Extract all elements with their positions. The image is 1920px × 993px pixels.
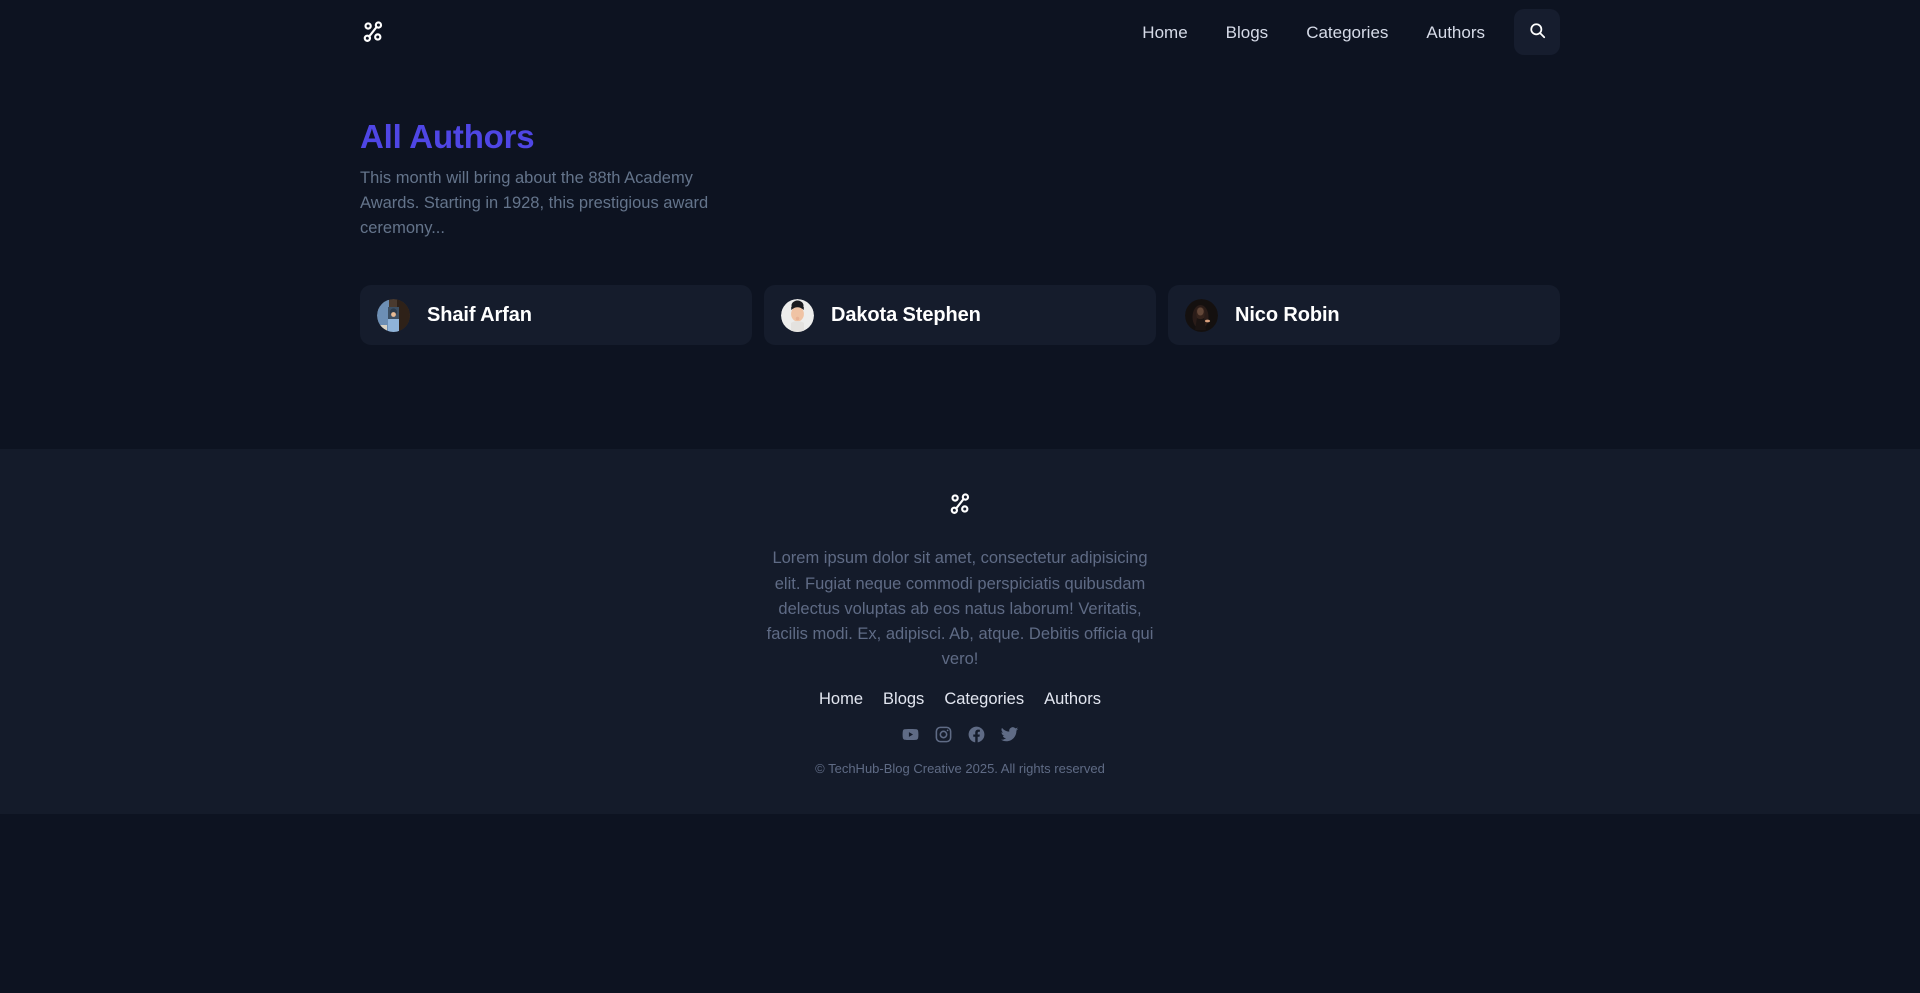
footer-link-authors[interactable]: Authors bbox=[1044, 690, 1101, 709]
footer-inner: Lorem ipsum dolor sit amet, consectetur … bbox=[360, 491, 1560, 776]
page-subtitle: This month will bring about the 88th Aca… bbox=[360, 169, 709, 238]
twitter-icon[interactable] bbox=[1000, 725, 1019, 744]
header-inner: Home Blogs Categories Authors bbox=[360, 9, 1560, 55]
nav-link-home[interactable]: Home bbox=[1123, 14, 1206, 51]
copyright-text: © TechHub-Blog Creative 2025. All rights… bbox=[815, 760, 1105, 776]
content-inner: All Authors This month will bring about … bbox=[360, 116, 1560, 346]
search-button[interactable] bbox=[1514, 9, 1560, 55]
search-icon bbox=[1528, 21, 1547, 43]
nav-link-categories[interactable]: Categories bbox=[1287, 14, 1407, 51]
avatar bbox=[377, 298, 410, 332]
author-card[interactable]: Nico Robin bbox=[1168, 285, 1560, 346]
git-network-icon bbox=[360, 19, 386, 45]
authors-grid: Shaif Arfan Dakota Stephen Nico Robin bbox=[360, 285, 1560, 346]
author-card[interactable]: Dakota Stephen bbox=[764, 285, 1156, 346]
main-content: All Authors This month will bring about … bbox=[0, 64, 1920, 449]
facebook-icon[interactable] bbox=[967, 725, 986, 744]
page-bottom-spacer bbox=[0, 813, 1920, 993]
author-name: Dakota Stephen bbox=[831, 303, 981, 326]
footer-link-blogs[interactable]: Blogs bbox=[883, 690, 924, 709]
site-footer: Lorem ipsum dolor sit amet, consectetur … bbox=[0, 449, 1920, 814]
nav-link-authors[interactable]: Authors bbox=[1407, 14, 1504, 51]
main-navigation: Home Blogs Categories Authors bbox=[1123, 9, 1560, 55]
author-name: Nico Robin bbox=[1235, 303, 1340, 326]
footer-description: Lorem ipsum dolor sit amet, consectetur … bbox=[766, 549, 1154, 668]
footer-brand-logo[interactable] bbox=[947, 491, 973, 522]
git-network-icon bbox=[947, 493, 973, 521]
brand-logo[interactable] bbox=[360, 19, 386, 45]
social-links bbox=[901, 725, 1019, 744]
avatar bbox=[1185, 298, 1218, 332]
avatar bbox=[781, 298, 814, 332]
page-title: All Authors bbox=[360, 118, 535, 155]
youtube-icon[interactable] bbox=[901, 725, 920, 744]
nav-link-blogs[interactable]: Blogs bbox=[1207, 14, 1288, 51]
author-name: Shaif Arfan bbox=[427, 303, 532, 326]
footer-link-categories[interactable]: Categories bbox=[944, 690, 1024, 709]
page-root: Home Blogs Categories Authors All Author… bbox=[0, 0, 1920, 993]
site-header: Home Blogs Categories Authors bbox=[0, 0, 1920, 64]
author-card[interactable]: Shaif Arfan bbox=[360, 285, 752, 346]
instagram-icon[interactable] bbox=[934, 725, 953, 744]
footer-navigation: Home Blogs Categories Authors bbox=[819, 690, 1101, 709]
footer-link-home[interactable]: Home bbox=[819, 690, 863, 709]
